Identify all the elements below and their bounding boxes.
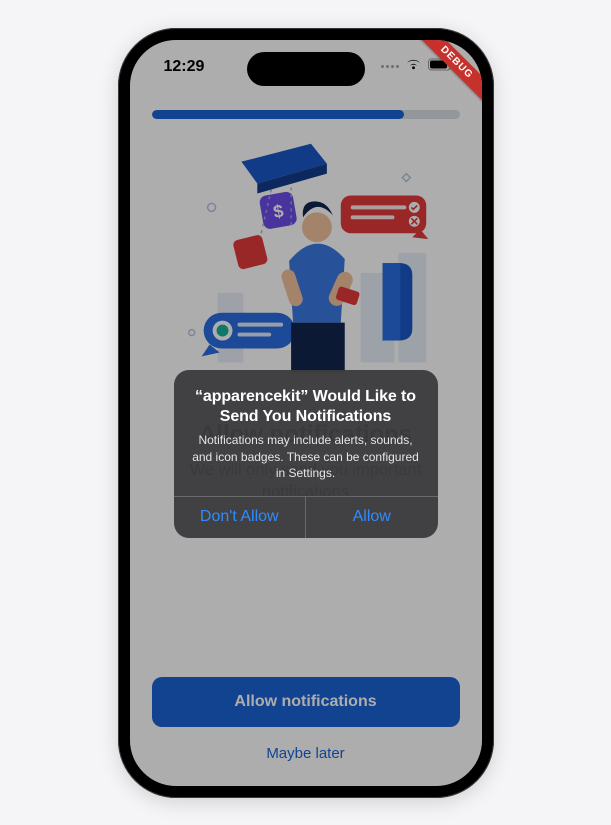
allow-button[interactable]: Allow [305,497,438,538]
alert-message: Notifications may include alerts, sounds… [190,432,422,481]
phone-screen: DEBUG 12:29 [130,40,482,786]
dynamic-island [247,52,365,86]
dont-allow-button[interactable]: Don't Allow [174,497,306,538]
ios-permission-alert: “apparencekit” Would Like to Send You No… [174,370,438,539]
phone-frame: DEBUG 12:29 [118,28,494,798]
alert-buttons: Don't Allow Allow [174,496,438,538]
alert-title: “apparencekit” Would Like to Send You No… [190,387,422,428]
alert-body: “apparencekit” Would Like to Send You No… [174,370,438,497]
